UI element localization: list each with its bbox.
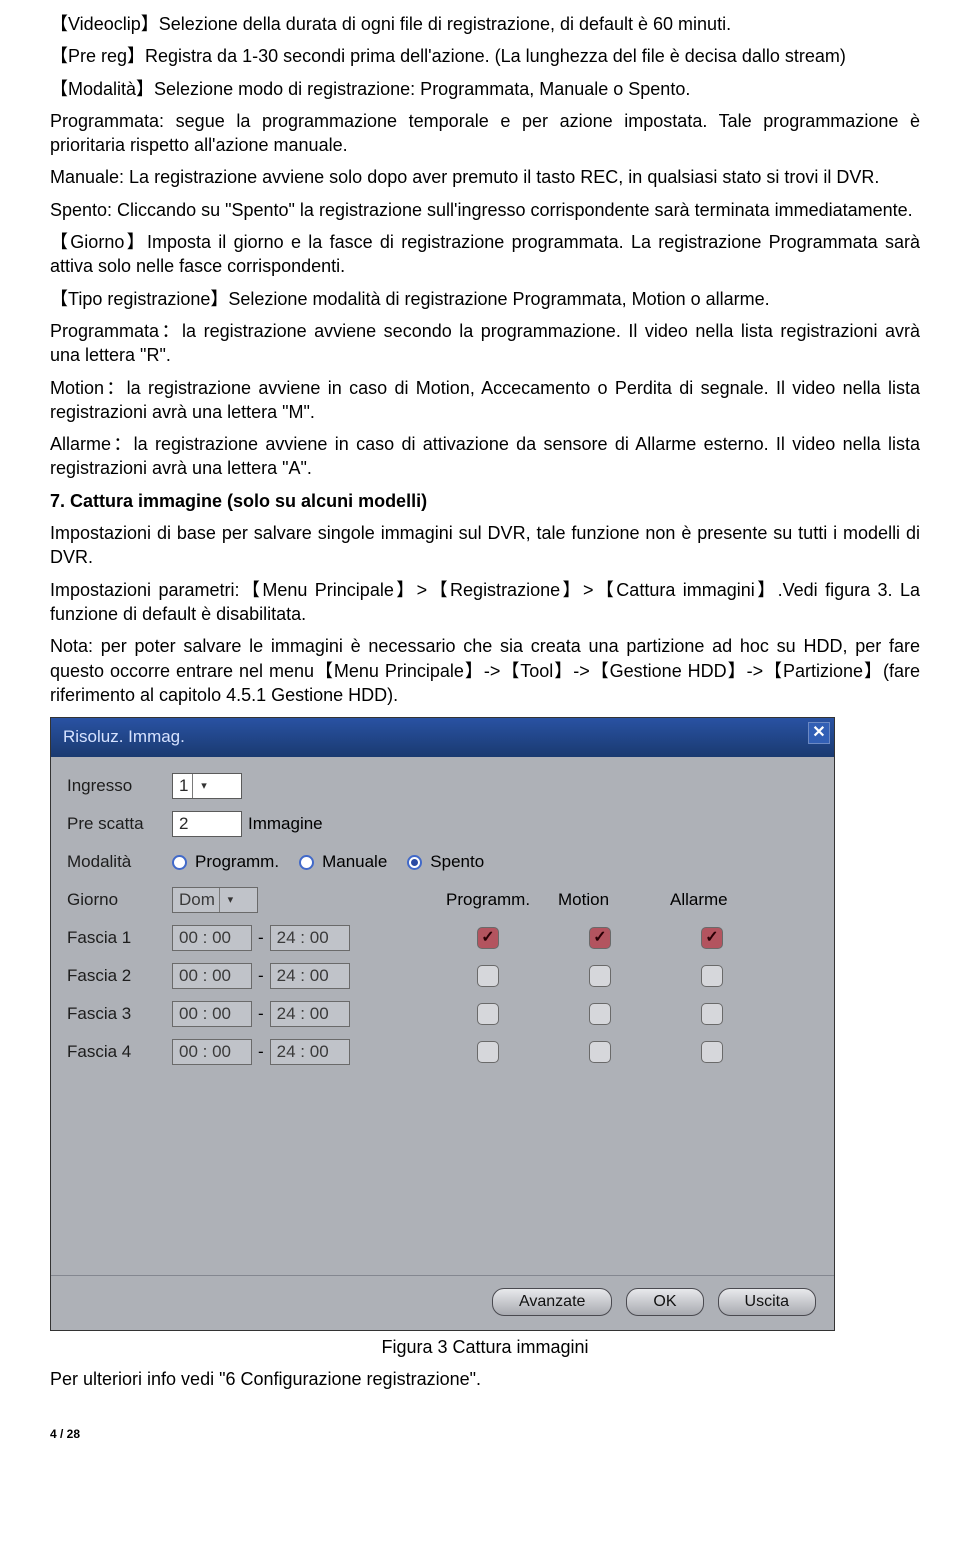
row-fascia-3: Fascia 3 00 : 00 - 24 : 00 — [67, 999, 818, 1029]
label-fascia4: Fascia 4 — [67, 1041, 172, 1064]
page-number: 4 / 28 — [50, 1426, 920, 1442]
para-programmata2: Programmata：la registrazione avviene sec… — [50, 319, 920, 368]
time-separator: - — [258, 965, 264, 988]
row-fascia-1: Fascia 1 00 : 00 - 24 : 00 ✓ ✓ ✓ — [67, 923, 818, 953]
row-ingresso: Ingresso 1 ▾ — [67, 771, 818, 801]
time-end-value: 24 : 00 — [277, 927, 329, 950]
fascia4-motion-checkbox[interactable] — [589, 1041, 611, 1063]
fascia1-programm-checkbox[interactable]: ✓ — [477, 927, 499, 949]
fascia3-start[interactable]: 00 : 00 — [172, 1001, 252, 1027]
giorno-value: Dom — [179, 889, 215, 912]
time-end-value: 24 : 00 — [277, 1003, 329, 1026]
time-start-value: 00 : 00 — [179, 1003, 231, 1026]
label-prescatta: Pre scatta — [67, 813, 172, 836]
fascia4-programm-checkbox[interactable] — [477, 1041, 499, 1063]
close-icon: ✕ — [812, 722, 825, 744]
header-allarme: Allarme — [656, 889, 768, 912]
avanzate-button[interactable]: Avanzate — [492, 1288, 612, 1316]
time-start-value: 00 : 00 — [179, 927, 231, 950]
fascia3-motion-checkbox[interactable] — [589, 1003, 611, 1025]
dialog-titlebar: Risoluz. Immag. ✕ — [51, 718, 834, 757]
radio-manuale-label: Manuale — [322, 851, 387, 874]
para-modalita: 【Modalità】Selezione modo di registrazion… — [50, 77, 920, 101]
row-modalita: Modalità Programm. Manuale Spento — [67, 847, 818, 877]
fascia3-allarme-checkbox[interactable] — [701, 1003, 723, 1025]
dialog-title-text: Risoluz. Immag. — [63, 727, 185, 746]
prescatta-input[interactable]: 2 — [172, 811, 242, 837]
fascia3-programm-checkbox[interactable] — [477, 1003, 499, 1025]
fascia3-end[interactable]: 24 : 00 — [270, 1001, 350, 1027]
fascia2-end[interactable]: 24 : 00 — [270, 963, 350, 989]
time-start-value: 00 : 00 — [179, 1041, 231, 1064]
radio-programm-label: Programm. — [195, 851, 279, 874]
row-prescatta: Pre scatta 2 Immagine — [67, 809, 818, 839]
para-nota: Nota: per poter salvare le immagini è ne… — [50, 634, 920, 707]
radio-spento[interactable]: Spento — [407, 851, 484, 874]
label-fascia2: Fascia 2 — [67, 965, 172, 988]
para-motion: Motion：la registrazione avviene in caso … — [50, 376, 920, 425]
chevron-down-icon: ▾ — [219, 888, 241, 912]
fascia2-programm-checkbox[interactable] — [477, 965, 499, 987]
figure-caption: Figura 3 Cattura immagini — [50, 1335, 920, 1359]
heading-7: 7. Cattura immagine (solo su alcuni mode… — [50, 489, 920, 513]
dialog-body: Ingresso 1 ▾ Pre scatta 2 Immagine Modal… — [51, 757, 834, 1275]
label-immagine: Immagine — [248, 813, 323, 836]
label-fascia1: Fascia 1 — [67, 927, 172, 950]
radio-spento-label: Spento — [430, 851, 484, 874]
header-motion: Motion — [544, 889, 656, 912]
close-button[interactable]: ✕ — [808, 722, 830, 744]
time-end-value: 24 : 00 — [277, 965, 329, 988]
dialog-footer: Avanzate OK Uscita — [51, 1275, 834, 1330]
fascia1-allarme-checkbox[interactable]: ✓ — [701, 927, 723, 949]
ok-button[interactable]: OK — [626, 1288, 703, 1316]
label-modalita: Modalità — [67, 851, 172, 874]
fascia2-allarme-checkbox[interactable] — [701, 965, 723, 987]
row-fascia-4: Fascia 4 00 : 00 - 24 : 00 — [67, 1037, 818, 1067]
time-start-value: 00 : 00 — [179, 965, 231, 988]
dialog-risoluz-immag: Risoluz. Immag. ✕ Ingresso 1 ▾ Pre scatt… — [50, 717, 835, 1331]
label-ingresso: Ingresso — [67, 775, 172, 798]
para-tiporeg: 【Tipo registrazione】Selezione modalità d… — [50, 287, 920, 311]
para-after: Per ulteriori info vedi "6 Configurazion… — [50, 1367, 920, 1391]
uscita-button[interactable]: Uscita — [718, 1288, 816, 1316]
fascia1-start[interactable]: 00 : 00 — [172, 925, 252, 951]
para-manuale: Manuale: La registrazione avviene solo d… — [50, 165, 920, 189]
time-end-value: 24 : 00 — [277, 1041, 329, 1064]
ingresso-value: 1 — [179, 775, 188, 798]
prescatta-value: 2 — [179, 813, 188, 836]
fascia4-end[interactable]: 24 : 00 — [270, 1039, 350, 1065]
radio-icon — [299, 855, 314, 870]
para-programmata1: Programmata: segue la programmazione tem… — [50, 109, 920, 158]
fascia2-motion-checkbox[interactable] — [589, 965, 611, 987]
radio-programm[interactable]: Programm. — [172, 851, 279, 874]
fascia4-allarme-checkbox[interactable] — [701, 1041, 723, 1063]
fascia4-start[interactable]: 00 : 00 — [172, 1039, 252, 1065]
para-prereg: 【Pre reg】Registra da 1-30 secondi prima … — [50, 44, 920, 68]
para-base: Impostazioni di base per salvare singole… — [50, 521, 920, 570]
label-giorno: Giorno — [67, 889, 172, 912]
giorno-dropdown[interactable]: Dom ▾ — [172, 887, 258, 913]
ingresso-dropdown[interactable]: 1 ▾ — [172, 773, 242, 799]
radio-icon — [407, 855, 422, 870]
time-separator: - — [258, 1041, 264, 1064]
header-programm: Programm. — [432, 889, 544, 912]
time-separator: - — [258, 1003, 264, 1026]
chevron-down-icon: ▾ — [192, 774, 214, 798]
fascia2-start[interactable]: 00 : 00 — [172, 963, 252, 989]
label-fascia3: Fascia 3 — [67, 1003, 172, 1026]
para-allarme: Allarme：la registrazione avviene in caso… — [50, 432, 920, 481]
para-videoclip: 【Videoclip】Selezione della durata di ogn… — [50, 12, 920, 36]
para-params: Impostazioni parametri:【Menu Principale】… — [50, 578, 920, 627]
para-spento: Spento: Cliccando su "Spento" la registr… — [50, 198, 920, 222]
fascia1-motion-checkbox[interactable]: ✓ — [589, 927, 611, 949]
row-fascia-2: Fascia 2 00 : 00 - 24 : 00 — [67, 961, 818, 991]
time-separator: - — [258, 927, 264, 950]
radio-icon — [172, 855, 187, 870]
radio-manuale[interactable]: Manuale — [299, 851, 387, 874]
row-giorno-header: Giorno Dom ▾ Programm. Motion Allarme — [67, 885, 818, 915]
para-giorno: 【Giorno】Imposta il giorno e la fasce di … — [50, 230, 920, 279]
fascia1-end[interactable]: 24 : 00 — [270, 925, 350, 951]
